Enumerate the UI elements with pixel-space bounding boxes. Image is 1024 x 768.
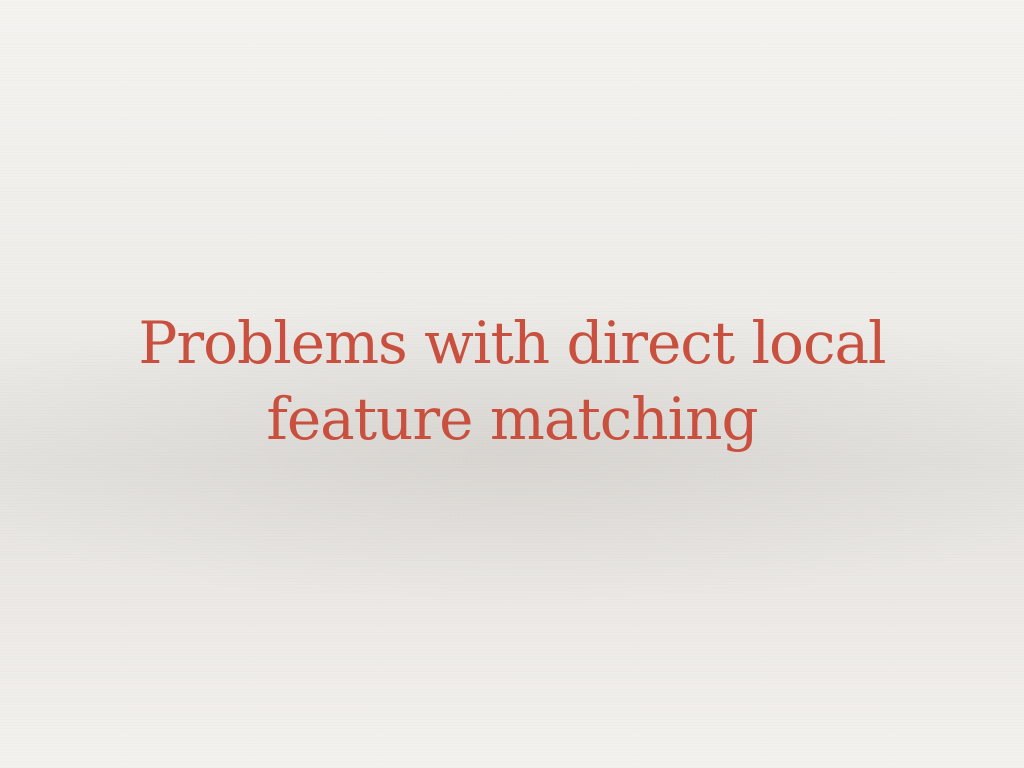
- slide-canvas: Problems with direct local feature match…: [0, 0, 1024, 768]
- slide-title: Problems with direct local feature match…: [138, 309, 886, 453]
